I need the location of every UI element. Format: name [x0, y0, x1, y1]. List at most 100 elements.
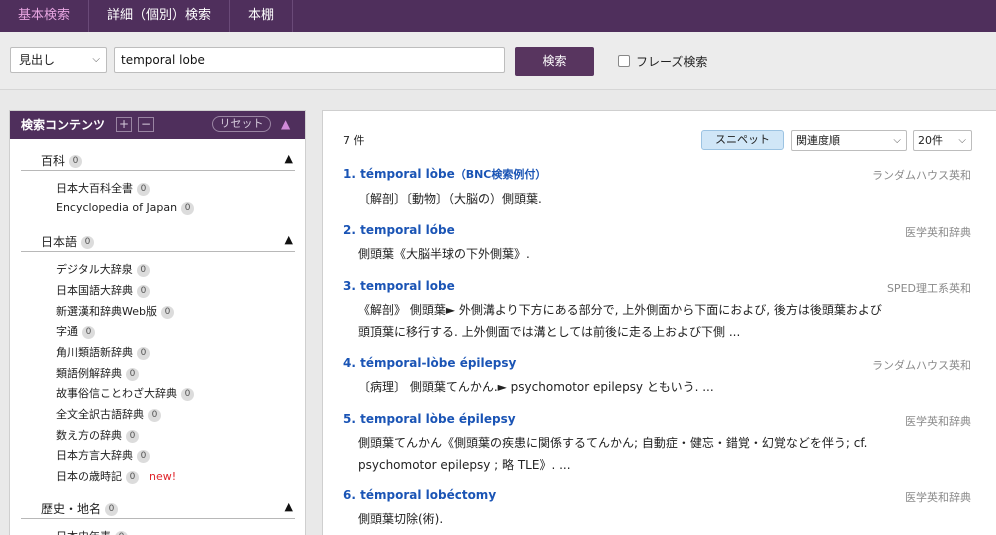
result-snippet-line: 側頭葉切除(術). [358, 512, 444, 526]
phrase-search-label: フレーズ検索 [636, 54, 708, 69]
content-item[interactable]: 全文全訳古語辞典 0 [56, 406, 161, 422]
phrase-search-toggle[interactable]: フレーズ検索 [618, 53, 707, 69]
count-badge: 0 [181, 387, 194, 401]
content-item-label: 日本史年表 [56, 530, 111, 535]
content-item[interactable]: 角川類語新辞典 0 [56, 344, 150, 360]
result-headword: témporal-lòbe épilepsy [360, 356, 517, 370]
result-snippet-line: 頭頂葉に移行する. 上外側面では溝としては前後に走る上および下側 ... [358, 325, 741, 339]
result-number: 3. [343, 279, 356, 293]
category-name: 日本語 [41, 235, 78, 249]
phrase-search-checkbox[interactable] [618, 55, 630, 67]
content-item-label: 新選漢和辞典Web版 [56, 305, 157, 318]
content-item-label: 類語例解辞典 [56, 367, 122, 380]
count-badge: 0 [181, 201, 195, 215]
content-item-label: 日本国語大辞典 [56, 284, 133, 297]
content-item[interactable]: 日本の歳時記 0 new! [56, 468, 176, 484]
content-item-label: Encyclopedia of Japan [56, 201, 178, 214]
result-number: 6. [343, 488, 356, 502]
chevron-down-icon: ⌵ [958, 135, 966, 146]
result-source: 医学英和辞典 [905, 491, 971, 504]
search-button[interactable]: 検索 [515, 47, 594, 76]
per-page-select[interactable]: 20件 ⌵ [913, 130, 972, 151]
content-item[interactable]: Encyclopedia of Japan 0 [56, 201, 195, 215]
result-number: 1. [343, 167, 356, 181]
count-badge: 0 [137, 284, 150, 298]
content-item-label: デジタル大辞泉 [56, 263, 133, 276]
count-badge: 0 [160, 305, 174, 319]
content-item[interactable]: 故事俗信ことわざ大辞典 0 [56, 385, 194, 401]
content-item[interactable]: デジタル大辞泉 0 [56, 261, 150, 277]
new-badge: new! [149, 470, 177, 483]
content-item[interactable]: 新選漢和辞典Web版 0 [56, 303, 174, 319]
result-item: 6. témporal lobéctomy 医学英和辞典 側頭葉切除(術). [343, 488, 971, 530]
content-item[interactable]: 字通 0 [56, 323, 95, 339]
result-source: ランダムハウス英和 [872, 359, 971, 372]
search-input[interactable]: temporal lobe [114, 47, 505, 73]
result-item: 3. temporal lobe SPED理工系英和 《解剖》 側頭葉► 外側溝より… [343, 279, 971, 343]
panel-header: 検索コンテンツ + − リセット ▲ [10, 111, 305, 139]
count-badge: 0 [137, 182, 150, 196]
content-item[interactable]: 日本国語大辞典 0 [56, 282, 150, 298]
result-title-link[interactable]: 6. témporal lobéctomy [343, 488, 971, 502]
result-snippet-line: 〔解剖〕〔動物〕（大脳の）側頭葉. [358, 192, 542, 206]
result-source: 医学英和辞典 [905, 415, 971, 428]
count-badge: 0 [126, 429, 139, 443]
result-headword: témporal lobéctomy [360, 488, 497, 502]
category-row[interactable]: 日本語 0 ▲ [21, 228, 295, 252]
result-source: 医学英和辞典 [905, 226, 971, 239]
result-title-link[interactable]: 5. temporal lòbe épilepsy [343, 412, 971, 426]
category-row[interactable]: 歴史・地名 0 ▲ [21, 495, 295, 519]
result-tag: （BNC検索例付） [454, 168, 547, 181]
nav-tab[interactable]: 本棚 [230, 0, 294, 32]
result-item: 5. temporal lòbe épilepsy 医学英和辞典 側頭葉てんかん《側… [343, 412, 971, 476]
category-row[interactable]: 百科 0 ▲ [21, 147, 295, 171]
content-item[interactable]: 日本方言大辞典 0 [56, 447, 150, 463]
result-item: 2. temporal lóbe 医学英和辞典側頭葉《大脳半球の下外側葉》. [343, 223, 971, 265]
category-label: 百科 0 [41, 152, 83, 169]
result-snippet-line: psychomotor epilepsy ; 略 TLE》. ... [358, 458, 571, 472]
collapse-icon[interactable]: ▲ [285, 152, 293, 165]
result-number: 5. [343, 412, 356, 426]
content-filter-panel: 検索コンテンツ + − リセット ▲ 百科 0 ▲ 日本大百科全書 0 Encyclope… [9, 110, 306, 535]
nav-tab[interactable]: 基本検索 [0, 0, 90, 32]
nav-tab[interactable]: 詳細（個別）検索 [89, 0, 231, 32]
count-badge: 0 [126, 470, 139, 484]
category-label: 日本語 0 [41, 233, 95, 250]
panel-collapse-icon[interactable]: ▲ [281, 117, 290, 131]
content-item[interactable]: 日本大百科全書 0 [56, 180, 150, 196]
result-title-link[interactable]: 2. temporal lóbe [343, 223, 971, 237]
count-badge: 0 [126, 367, 139, 381]
panel-title: 検索コンテンツ [21, 118, 106, 132]
content-item[interactable]: 日本史年表 0 [56, 528, 128, 535]
count-badge: 0 [105, 503, 119, 516]
count-badge: 0 [148, 408, 161, 422]
content-item-label: 字通 [56, 325, 78, 338]
content-item-label: 角川類語新辞典 [56, 346, 133, 359]
collapse-icon[interactable]: ▲ [285, 233, 293, 246]
snippet-button[interactable]: スニペット [701, 130, 784, 150]
content-item[interactable]: 数え方の辞典 0 [56, 427, 139, 443]
result-snippet-line: 側頭葉《大脳半球の下外側葉》. [358, 247, 530, 261]
collapse-icon[interactable]: ▲ [285, 500, 293, 513]
content-item-label: 日本大百科全書 [56, 182, 133, 195]
content-item-label: 故事俗信ことわざ大辞典 [56, 387, 177, 400]
chevron-down-icon: ⌵ [92, 54, 100, 65]
sort-select[interactable]: 関連度順 ⌵ [791, 130, 907, 151]
result-count: 7 件 [343, 134, 365, 147]
result-headword: temporal lóbe [360, 223, 455, 237]
result-snippet-line: 《解剖》 側頭葉► 外側溝より下方にある部分で, 上外側面から下面におよび, 後… [358, 303, 882, 317]
content-item[interactable]: 類語例解辞典 0 [56, 365, 139, 381]
per-page-value: 20件 [918, 134, 943, 147]
count-badge: 0 [82, 325, 95, 339]
collapse-all-button[interactable]: − [138, 117, 154, 132]
search-field-select[interactable]: 見出し ⌵ [10, 47, 107, 73]
content-item-label: 日本の歳時記 [56, 470, 122, 483]
reset-button[interactable]: リセット [212, 116, 271, 132]
result-title-link[interactable]: 3. temporal lobe [343, 279, 971, 293]
content-item-label: 数え方の辞典 [56, 429, 122, 442]
category-label: 歴史・地名 0 [41, 500, 119, 517]
result-source: ランダムハウス英和 [872, 169, 971, 182]
count-badge: 0 [81, 236, 95, 249]
result-snippet-line: 〔病理〕 側頭葉てんかん.► psychomotor epilepsy ともいう… [358, 380, 714, 394]
expand-all-button[interactable]: + [116, 117, 132, 132]
